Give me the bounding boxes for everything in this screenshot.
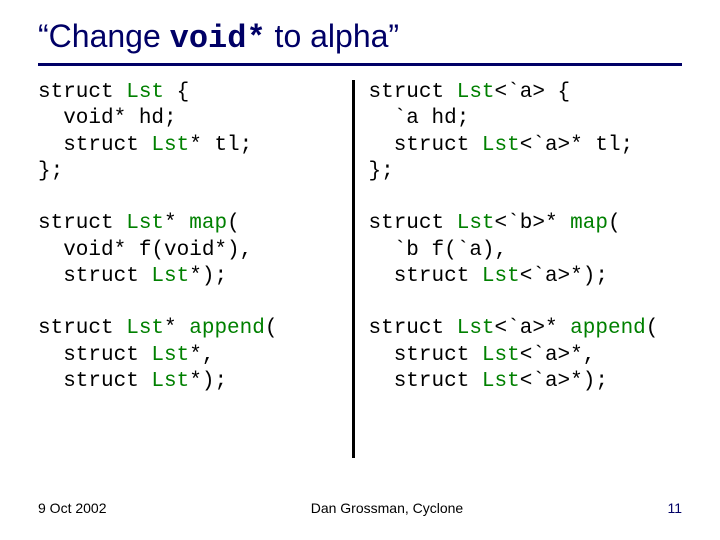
code-text: { (164, 81, 189, 104)
code-text: struct (38, 344, 151, 367)
code-text: ( (265, 317, 278, 340)
code-text: <`a>*); (520, 265, 608, 288)
code-text: <`a>* tl; (520, 134, 633, 157)
code-text: struct (38, 212, 126, 235)
code-ident: map (189, 212, 227, 235)
code-ident: Lst (126, 81, 164, 104)
code-text: struct (38, 265, 151, 288)
code-ident: Lst (482, 344, 520, 367)
code-text: `a hd; (369, 107, 470, 130)
code-ident: Lst (482, 370, 520, 393)
slide-title: “Change void* to alpha” (38, 18, 682, 57)
code-text: struct (369, 212, 457, 235)
title-post: to alpha” (266, 18, 399, 54)
slide: “Change void* to alpha” struct Lst { voi… (0, 0, 720, 540)
code-text: <`a> { (495, 81, 571, 104)
code-ident: Lst (457, 212, 495, 235)
code-text: struct (369, 265, 482, 288)
code-left: struct Lst { void* hd; struct Lst* tl; }… (38, 80, 352, 460)
code-text: <`a>*); (520, 370, 608, 393)
code-ident: Lst (126, 212, 164, 235)
code-text: <`a>*, (520, 344, 596, 367)
code-text: ( (608, 212, 621, 235)
code-text: }; (38, 160, 63, 183)
code-text: struct (369, 370, 482, 393)
code-ident: Lst (126, 317, 164, 340)
code-ident: Lst (151, 265, 189, 288)
code-text: * (164, 317, 189, 340)
code-text: * (164, 212, 189, 235)
title-rule (38, 63, 682, 66)
code-text: struct (369, 344, 482, 367)
code-text: `b f(`a), (369, 239, 508, 262)
footer-date: 9 Oct 2002 (38, 500, 107, 516)
code-text: }; (369, 160, 394, 183)
code-text: *); (189, 265, 227, 288)
code-text: void* hd; (38, 107, 177, 130)
code-ident: append (570, 317, 646, 340)
footer-author: Dan Grossman, Cyclone (311, 500, 464, 516)
code-right: struct Lst<`a> { `a hd; struct Lst<`a>* … (355, 80, 683, 460)
code-text: *); (189, 370, 227, 393)
code-text: struct (38, 370, 151, 393)
code-text: ( (646, 317, 659, 340)
code-ident: map (570, 212, 608, 235)
code-text: struct (38, 81, 126, 104)
code-text: struct (369, 81, 457, 104)
code-text: struct (369, 317, 457, 340)
code-text: struct (369, 134, 482, 157)
code-ident: Lst (482, 265, 520, 288)
code-text: struct (38, 317, 126, 340)
code-text: <`a>* (495, 317, 571, 340)
code-columns: struct Lst { void* hd; struct Lst* tl; }… (38, 80, 682, 460)
footer-page-number: 11 (667, 500, 682, 516)
code-text: *, (189, 344, 214, 367)
code-ident: Lst (457, 81, 495, 104)
code-ident: Lst (151, 370, 189, 393)
code-text: ( (227, 212, 240, 235)
code-text: <`b>* (495, 212, 571, 235)
code-ident: Lst (482, 134, 520, 157)
code-text: struct (38, 134, 151, 157)
title-pre: “Change (38, 18, 170, 54)
title-code: void* (170, 20, 266, 57)
code-ident: Lst (151, 134, 189, 157)
slide-footer: 9 Oct 2002 Dan Grossman, Cyclone 11 (38, 500, 682, 516)
code-text: * tl; (189, 134, 252, 157)
code-ident: append (189, 317, 265, 340)
code-ident: Lst (151, 344, 189, 367)
code-text: void* f(void*), (38, 239, 252, 262)
code-ident: Lst (457, 317, 495, 340)
